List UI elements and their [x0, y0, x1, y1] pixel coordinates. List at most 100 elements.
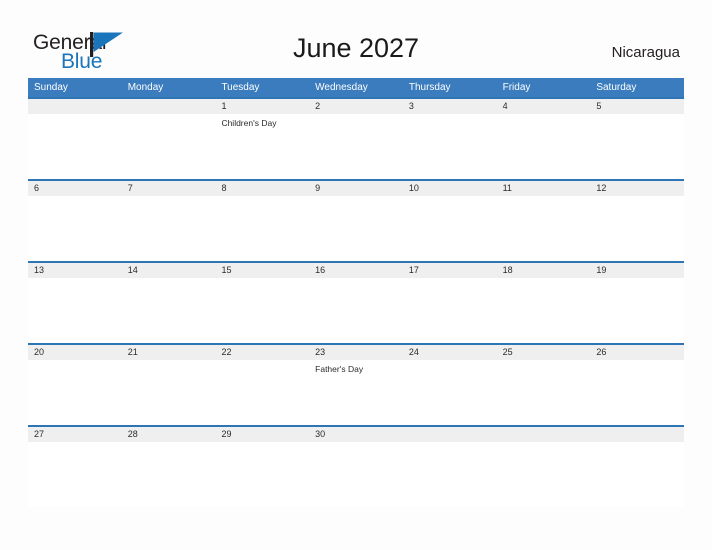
week-date-band: 6 7 8 9 10 11 12 [28, 181, 684, 196]
weekday-header-monday: Monday [127, 82, 164, 93]
day-number-28[interactable]: 28 [122, 427, 216, 442]
day-number-22[interactable]: 22 [215, 345, 309, 360]
calendar-grid: Sunday Monday Tuesday Wednesday Thursday Frid… [28, 78, 684, 507]
day-number-4[interactable]: 4 [497, 99, 591, 114]
weekday-header-friday: Friday [502, 82, 531, 93]
day-cell-empty [122, 114, 216, 179]
calendar-week-row: 1 2 3 4 5 Children's Day [28, 97, 684, 179]
day-cell-9[interactable] [309, 196, 403, 261]
day-cell-7[interactable] [122, 196, 216, 261]
day-number-30[interactable]: 30 [309, 427, 403, 442]
day-number-10[interactable]: 10 [403, 181, 497, 196]
day-number-7[interactable]: 7 [122, 181, 216, 196]
day-number-9[interactable]: 9 [309, 181, 403, 196]
day-number-27[interactable]: 27 [28, 427, 122, 442]
day-number-empty [122, 99, 216, 114]
week-date-band: 12345 [28, 99, 684, 114]
day-cell-24[interactable] [403, 360, 497, 425]
day-cell-2[interactable] [309, 114, 403, 179]
weekday-header-thursday: Thursday [408, 82, 451, 93]
day-cell-27[interactable] [28, 442, 122, 507]
calendar-page: General Blue June 2027 Nicaragua Sunday M… [0, 0, 712, 550]
day-number-empty [403, 427, 497, 442]
day-cell-25[interactable] [497, 360, 591, 425]
day-number-16[interactable]: 16 [309, 263, 403, 278]
week-body-row: Children's Day [28, 114, 684, 179]
day-number-empty [28, 99, 122, 114]
day-number-14[interactable]: 14 [122, 263, 216, 278]
day-number-15[interactable]: 15 [215, 263, 309, 278]
calendar-weeks: 1 2 3 4 5 Children's Day 6 7 8 9 10 11 12 13 14 15 16 17 1… [28, 97, 684, 507]
calendar-week-row: 6 7 8 9 10 11 12 [28, 179, 684, 261]
day-cell-22[interactable] [215, 360, 309, 425]
weekday-header-row: Sunday Monday Tuesday Wednesday Thursday Frid… [28, 78, 684, 97]
day-cell-15[interactable] [215, 278, 309, 343]
week-body-row [28, 442, 684, 507]
day-cell-26[interactable] [590, 360, 684, 425]
day-cell-13[interactable] [28, 278, 122, 343]
day-cell-23[interactable]: Father's Day [309, 360, 403, 425]
day-cell-1[interactable]: Children's Day [215, 114, 309, 179]
day-cell-10[interactable] [403, 196, 497, 261]
day-number-empty [590, 427, 684, 442]
day-cell-21[interactable] [122, 360, 216, 425]
week-body-row [28, 278, 684, 343]
day-cell-8[interactable] [215, 196, 309, 261]
day-number-6[interactable]: 6 [28, 181, 122, 196]
day-number-3[interactable]: 3 [403, 99, 497, 114]
day-cell-29[interactable] [215, 442, 309, 507]
day-number-23[interactable]: 23 [309, 345, 403, 360]
day-cell-16[interactable] [309, 278, 403, 343]
day-cell-20[interactable] [28, 360, 122, 425]
week-date-band: 13 14 15 16 17 18 19 [28, 263, 684, 278]
day-cell-empty [497, 442, 591, 507]
day-cell-empty [403, 442, 497, 507]
day-number-13[interactable]: 13 [28, 263, 122, 278]
day-number-20[interactable]: 20 [28, 345, 122, 360]
day-number-25[interactable]: 25 [497, 345, 591, 360]
day-cell-30[interactable] [309, 442, 403, 507]
day-cell-28[interactable] [122, 442, 216, 507]
day-number-26[interactable]: 26 [590, 345, 684, 360]
day-cell-11[interactable] [497, 196, 591, 261]
day-number-1[interactable]: 1 [215, 99, 309, 114]
day-number-5[interactable]: 5 [590, 99, 684, 114]
calendar-week-row: 13 14 15 16 17 18 19 [28, 261, 684, 343]
day-number-19[interactable]: 19 [590, 263, 684, 278]
day-cell-4[interactable] [497, 114, 591, 179]
day-cell-5[interactable] [590, 114, 684, 179]
country-label: Nicaragua [611, 44, 680, 61]
day-cell-17[interactable] [403, 278, 497, 343]
calendar-week-row: 27 28 29 30 [28, 425, 684, 507]
day-number-17[interactable]: 17 [403, 263, 497, 278]
week-date-band: 20 21 22 23 24 25 26 [28, 345, 684, 360]
day-number-18[interactable]: 18 [497, 263, 591, 278]
weekday-header-wednesday: Wednesday [315, 82, 368, 93]
day-cell-19[interactable] [590, 278, 684, 343]
day-number-8[interactable]: 8 [215, 181, 309, 196]
day-cell-18[interactable] [497, 278, 591, 343]
page-header: General Blue June 2027 Nicaragua [0, 0, 712, 78]
week-body-row: Father's Day [28, 360, 684, 425]
weekday-header-saturday: Saturday [596, 82, 637, 93]
calendar-week-row: 20 21 22 23 24 25 26 Father's Day [28, 343, 684, 425]
day-number-11[interactable]: 11 [497, 181, 591, 196]
day-number-12[interactable]: 12 [590, 181, 684, 196]
day-number-29[interactable]: 29 [215, 427, 309, 442]
day-cell-3[interactable] [403, 114, 497, 179]
day-number-2[interactable]: 2 [309, 99, 403, 114]
week-date-band: 27 28 29 30 [28, 427, 684, 442]
day-number-24[interactable]: 24 [403, 345, 497, 360]
day-cell-empty [28, 114, 122, 179]
weekday-header-tuesday: Tuesday [221, 82, 260, 93]
week-body-row [28, 196, 684, 261]
day-cell-6[interactable] [28, 196, 122, 261]
event-label: Children's Day [221, 118, 277, 128]
day-cell-14[interactable] [122, 278, 216, 343]
day-number-21[interactable]: 21 [122, 345, 216, 360]
day-cell-12[interactable] [590, 196, 684, 261]
event-label: Father's Day [315, 364, 364, 374]
weekday-header-sunday: Sunday [34, 82, 68, 93]
day-number-empty [497, 427, 591, 442]
page-title: June 2027 [292, 33, 420, 63]
